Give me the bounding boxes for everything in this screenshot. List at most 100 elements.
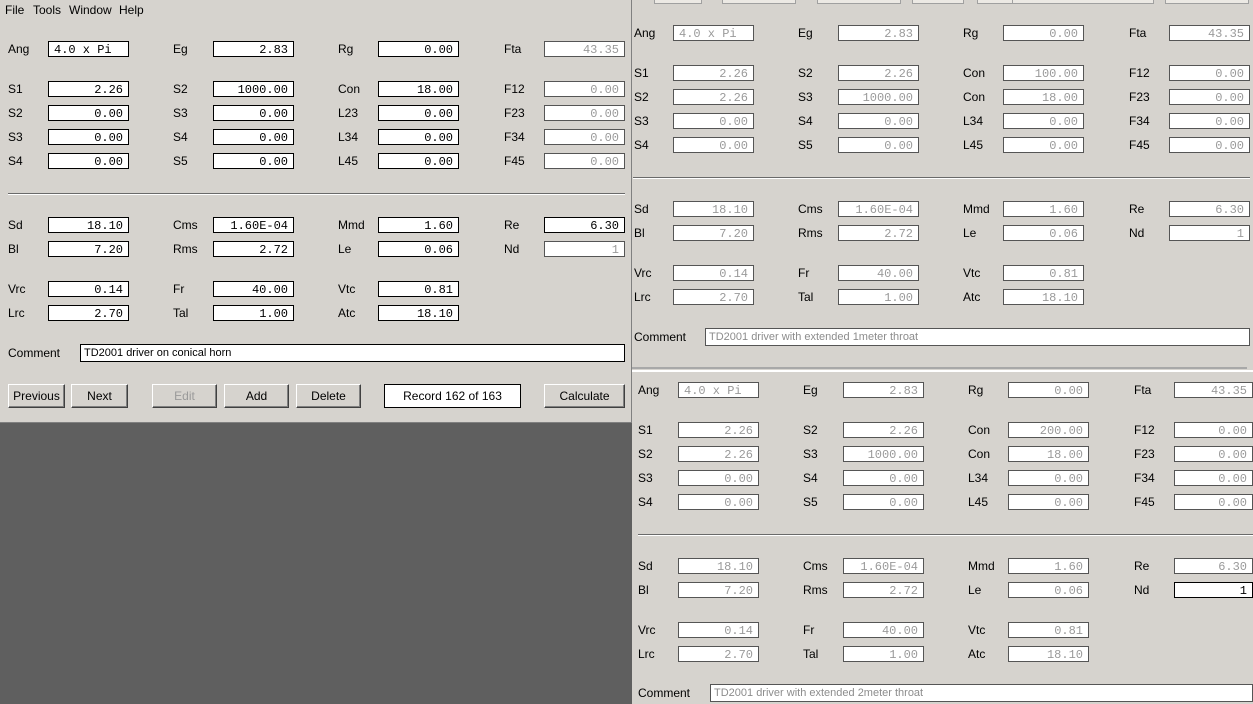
s4-label: S4	[798, 114, 813, 128]
con-label-2: Con	[968, 447, 991, 461]
eg-label: Eg	[173, 42, 188, 56]
horn-editor-window: File Tools Window Help Ang 4.0 x Pi Eg 2…	[0, 0, 632, 423]
mmd-field[interactable]: 1.60	[378, 217, 459, 233]
menu-file[interactable]: File	[5, 3, 24, 17]
f34-field: 0.00	[1169, 113, 1250, 129]
atc-field: 18.10	[1008, 646, 1089, 662]
rms-field[interactable]: 2.72	[213, 241, 294, 257]
l23-field[interactable]: 0.00	[378, 105, 459, 121]
mmd-label: Mmd	[338, 218, 365, 232]
l34-label: L34	[963, 114, 984, 128]
l34-label: L34	[968, 471, 989, 485]
l45-field: 0.00	[1003, 137, 1084, 153]
fr-field[interactable]: 40.00	[213, 281, 294, 297]
ang-field[interactable]: 4.0 x Pi	[48, 41, 129, 57]
s2-left-field: 2.26	[678, 446, 759, 462]
tab-stub	[1165, 0, 1249, 4]
cms-field: 1.60E-04	[838, 201, 919, 217]
horn-record-window-2: Ang 4.0 x Pi Eg 2.83 Rg 0.00 Fta 43.35 S…	[632, 372, 1253, 704]
con-label-2: Con	[963, 90, 986, 104]
s2-label: S2	[803, 423, 818, 437]
atc-field[interactable]: 18.10	[378, 305, 459, 321]
previous-button[interactable]: Previous	[8, 384, 65, 408]
s3-field[interactable]: 0.00	[213, 105, 294, 121]
tal-field: 1.00	[843, 646, 924, 662]
re-label: Re	[504, 218, 520, 232]
add-button[interactable]: Add	[224, 384, 289, 408]
nd-label: Nd	[504, 242, 520, 256]
s4-field: 0.00	[843, 470, 924, 486]
s2-left-label: S2	[8, 106, 23, 120]
s3-left-field[interactable]: 0.00	[48, 129, 129, 145]
f45-field: 0.00	[1174, 494, 1253, 510]
comment-label: Comment	[638, 686, 691, 700]
l45-label: L45	[963, 138, 984, 152]
f12-field: 0.00	[1174, 422, 1253, 438]
f12-field: 0.00	[544, 81, 625, 97]
fta-label: Fta	[1134, 383, 1152, 397]
f12-label: F12	[1129, 66, 1150, 80]
rg-label: Rg	[963, 26, 979, 40]
menu-tools[interactable]: Tools	[33, 3, 61, 17]
f23-label: F23	[504, 106, 525, 120]
cms-field[interactable]: 1.60E-04	[213, 217, 294, 233]
s4-left-label: S4	[8, 154, 23, 168]
vrc-field[interactable]: 0.14	[48, 281, 129, 297]
le-label: Le	[963, 226, 977, 240]
tal-field[interactable]: 1.00	[213, 305, 294, 321]
le-field: 0.06	[1008, 582, 1089, 598]
tab-stub	[1012, 0, 1154, 4]
con-label: Con	[963, 66, 986, 80]
ang-field: 4.0 x Pi	[678, 382, 759, 398]
s5-field[interactable]: 0.00	[213, 153, 294, 169]
sd-field: 18.10	[673, 201, 754, 217]
mmd-label: Mmd	[963, 202, 990, 216]
f23-field: 0.00	[544, 105, 625, 121]
section-divider	[633, 177, 1250, 179]
s3-label: S3	[798, 90, 813, 104]
s1-label: S1	[8, 82, 23, 96]
le-field[interactable]: 0.06	[378, 241, 459, 257]
re-field[interactable]: 6.30	[544, 217, 625, 233]
edit-button[interactable]: Edit	[152, 384, 217, 408]
s3-left-label: S3	[634, 114, 649, 128]
f45-label: F45	[1134, 495, 1155, 509]
f23-label: F23	[1134, 447, 1155, 461]
comment-field[interactable]: TD2001 driver on conical horn	[80, 344, 625, 362]
next-button[interactable]: Next	[71, 384, 128, 408]
tab-stub	[722, 0, 796, 4]
rg-field[interactable]: 0.00	[378, 41, 459, 57]
rms-label: Rms	[803, 583, 828, 597]
eg-field[interactable]: 2.83	[213, 41, 294, 57]
f34-field: 0.00	[544, 129, 625, 145]
calculate-button[interactable]: Calculate	[544, 384, 625, 408]
s4-field[interactable]: 0.00	[213, 129, 294, 145]
menu-help[interactable]: Help	[119, 3, 144, 17]
eg-field: 2.83	[843, 382, 924, 398]
s5-field: 0.00	[838, 137, 919, 153]
l45-field: 0.00	[1008, 494, 1089, 510]
s2-left-field[interactable]: 0.00	[48, 105, 129, 121]
s4-left-field: 0.00	[678, 494, 759, 510]
fta-label: Fta	[504, 42, 522, 56]
bl-field[interactable]: 7.20	[48, 241, 129, 257]
s1-label: S1	[634, 66, 649, 80]
con-field[interactable]: 18.00	[378, 81, 459, 97]
s3-field: 1000.00	[838, 89, 919, 105]
l45-field[interactable]: 0.00	[378, 153, 459, 169]
s4-left-field[interactable]: 0.00	[48, 153, 129, 169]
delete-button[interactable]: Delete	[296, 384, 361, 408]
s2-left-label: S2	[634, 90, 649, 104]
lrc-field[interactable]: 2.70	[48, 305, 129, 321]
s2-field[interactable]: 1000.00	[213, 81, 294, 97]
l34-field[interactable]: 0.00	[378, 129, 459, 145]
f34-label: F34	[1129, 114, 1150, 128]
menu-window[interactable]: Window	[69, 3, 112, 17]
s5-label: S5	[803, 495, 818, 509]
bl-label: Bl	[634, 226, 645, 240]
s1-field[interactable]: 2.26	[48, 81, 129, 97]
vtc-field[interactable]: 0.81	[378, 281, 459, 297]
fta-field: 43.35	[544, 41, 625, 57]
f12-label: F12	[1134, 423, 1155, 437]
sd-field[interactable]: 18.10	[48, 217, 129, 233]
